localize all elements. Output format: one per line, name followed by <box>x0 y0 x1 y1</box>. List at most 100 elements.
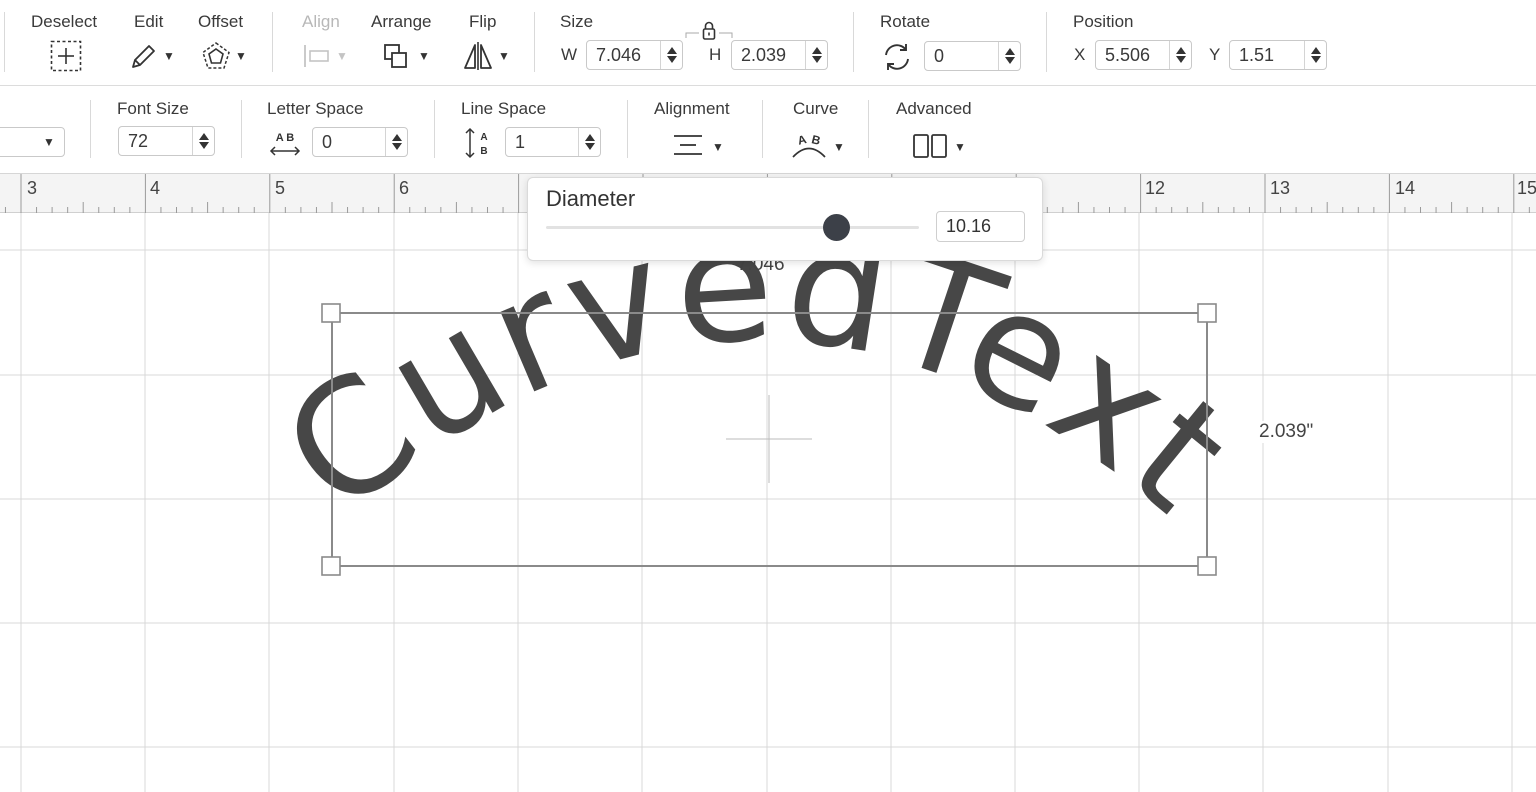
deselect-icon <box>50 40 82 72</box>
canvas-drawing: CurvedText <box>0 213 1536 792</box>
rotate-button[interactable] <box>881 41 913 78</box>
letter-space-stepper[interactable] <box>385 128 407 156</box>
ruler-label: 5 <box>275 178 285 198</box>
line-space-field[interactable] <box>505 127 601 157</box>
divider <box>853 12 854 72</box>
svg-text:B: B <box>480 146 487 157</box>
height-axis-label: H <box>709 45 722 64</box>
resize-handle-bottom-left[interactable] <box>321 556 341 576</box>
align-label: Align <box>302 12 340 31</box>
ruler-label: 4 <box>150 178 160 198</box>
rotate-label: Rotate <box>880 12 931 31</box>
offset-dropdown-caret[interactable]: ▼ <box>235 49 247 63</box>
svg-text:A: A <box>480 132 487 143</box>
divider <box>241 100 242 158</box>
x-position-field[interactable] <box>1095 40 1192 70</box>
edit-dropdown-caret[interactable]: ▼ <box>163 49 175 63</box>
rotate-stepper[interactable] <box>998 42 1020 70</box>
align-dropdown-caret[interactable]: ▼ <box>336 49 348 63</box>
y-position-stepper[interactable] <box>1304 41 1326 69</box>
resize-handle-bottom-right[interactable] <box>1197 556 1217 576</box>
arrange-button[interactable] <box>382 42 412 77</box>
width-axis-label: W <box>561 45 578 64</box>
letter-space-field[interactable] <box>312 127 408 157</box>
curve-dropdown-caret[interactable]: ▼ <box>833 140 845 154</box>
width-field[interactable] <box>586 40 683 70</box>
alignment-button[interactable] <box>672 133 704 162</box>
flip-icon <box>464 42 492 70</box>
x-position-stepper[interactable] <box>1169 41 1191 69</box>
ruler-label: 14 <box>1395 178 1415 198</box>
width-stepper[interactable] <box>660 41 682 69</box>
letter-space-icon: A B <box>269 132 301 156</box>
advanced-button[interactable] <box>912 133 950 164</box>
advanced-dropdown-caret[interactable]: ▼ <box>954 140 966 154</box>
y-position-field[interactable] <box>1229 40 1327 70</box>
offset-label: Offset <box>198 12 244 31</box>
font-size-field[interactable] <box>118 126 215 156</box>
height-stepper[interactable] <box>805 41 827 69</box>
diameter-field[interactable] <box>936 211 1025 242</box>
advanced-label: Advanced <box>896 99 972 118</box>
curve-button[interactable]: A B <box>790 130 828 165</box>
letter-space-label: Letter Space <box>267 99 364 118</box>
divider <box>534 12 535 72</box>
ruler-label: 12 <box>1145 178 1165 198</box>
position-label: Position <box>1073 12 1134 31</box>
font-dropdown-caret[interactable]: ▼ <box>43 135 55 149</box>
diameter-popover: Diameter <box>527 177 1043 261</box>
rotate-icon <box>885 44 909 70</box>
diameter-slider-track[interactable] <box>546 226 919 229</box>
flip-button[interactable] <box>463 41 493 76</box>
svg-text:A B: A B <box>276 132 295 144</box>
offset-button[interactable] <box>200 40 232 77</box>
arrange-dropdown-caret[interactable]: ▼ <box>418 49 430 63</box>
y-axis-label: Y <box>1209 45 1221 64</box>
offset-icon <box>202 42 230 69</box>
deselect-label: Deselect <box>31 12 98 31</box>
alignment-label: Alignment <box>654 99 730 118</box>
font-select[interactable]: ▼ <box>0 127 65 157</box>
svg-text:B: B <box>810 132 822 148</box>
divider <box>90 100 91 158</box>
size-label: Size <box>560 12 594 31</box>
deselect-button[interactable] <box>50 40 82 77</box>
curve-icon: A B <box>792 132 826 158</box>
rotate-field[interactable] <box>924 41 1021 71</box>
edit-label: Edit <box>134 12 164 31</box>
line-space-button: A B <box>463 126 493 165</box>
divider <box>868 100 869 158</box>
font-size-stepper[interactable] <box>192 127 214 155</box>
align-button[interactable] <box>303 43 333 74</box>
height-dimension-label: 2.039" <box>1257 421 1316 443</box>
alignment-dropdown-caret[interactable]: ▼ <box>712 140 724 154</box>
lock-icon <box>685 21 733 40</box>
arrange-label: Arrange <box>371 12 432 31</box>
flip-dropdown-caret[interactable]: ▼ <box>498 49 510 63</box>
ruler-label: 15 <box>1517 178 1536 198</box>
letter-space-button: A B <box>268 130 302 163</box>
resize-handle-top-right[interactable] <box>1197 303 1217 323</box>
line-space-label: Line Space <box>461 99 547 118</box>
divider <box>434 100 435 158</box>
alignment-icon <box>674 135 702 155</box>
divider <box>4 12 5 72</box>
diameter-slider-thumb[interactable] <box>823 214 851 241</box>
divider <box>1046 12 1047 72</box>
text-toolbar: ▼ Font Size Letter Space A B Line Space … <box>0 86 1536 174</box>
line-space-icon: A B <box>465 127 488 159</box>
diameter-input[interactable] <box>937 212 1024 241</box>
align-icon <box>304 45 329 67</box>
line-space-stepper[interactable] <box>578 128 600 156</box>
height-field[interactable] <box>731 40 828 70</box>
divider <box>627 100 628 158</box>
divider <box>272 12 273 72</box>
diameter-title: Diameter <box>546 186 636 211</box>
edit-button[interactable] <box>129 41 159 76</box>
divider <box>762 100 763 158</box>
design-canvas[interactable]: CurvedText <box>0 213 1536 792</box>
x-axis-label: X <box>1074 45 1086 64</box>
edit-pencil-icon <box>132 45 155 68</box>
resize-handle-top-left[interactable] <box>321 303 341 323</box>
advanced-icon <box>913 134 947 158</box>
